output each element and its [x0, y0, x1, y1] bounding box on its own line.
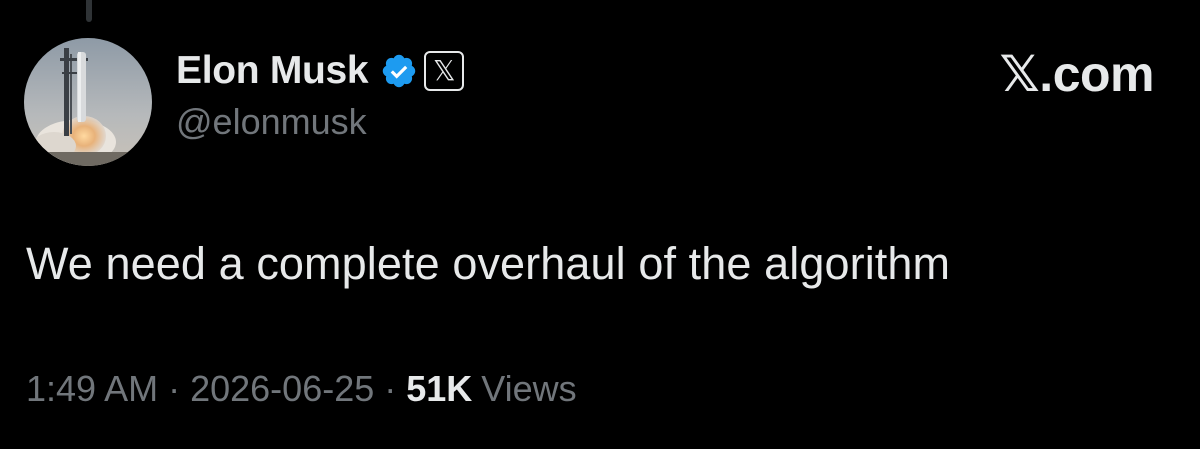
x-com-brand-logo: 𝕏.com: [999, 46, 1155, 102]
views-label[interactable]: Views: [481, 368, 576, 410]
author-handle[interactable]: @elonmusk: [176, 101, 367, 143]
views-count[interactable]: 51K: [406, 368, 472, 410]
tweet-date[interactable]: 2026-06-25: [190, 368, 374, 410]
meta-separator: ·: [384, 368, 397, 409]
author-name-row: Elon Musk 𝕏: [176, 46, 465, 96]
verified-badge-icon[interactable]: [380, 52, 418, 90]
meta-separator: ·: [168, 368, 181, 409]
author-display-name[interactable]: Elon Musk: [176, 49, 369, 93]
tweet-text: We need a complete overhaul of the algor…: [26, 238, 951, 289]
avatar[interactable]: [24, 38, 152, 166]
tweet-meta: 1:49 AM · 2026-06-25 · 51K Views: [26, 368, 577, 410]
x-affiliate-badge-icon[interactable]: 𝕏: [424, 51, 465, 91]
thread-connector-line: [86, 0, 92, 22]
tweet-time[interactable]: 1:49 AM: [26, 368, 158, 410]
starship-launch-icon: [24, 38, 152, 166]
